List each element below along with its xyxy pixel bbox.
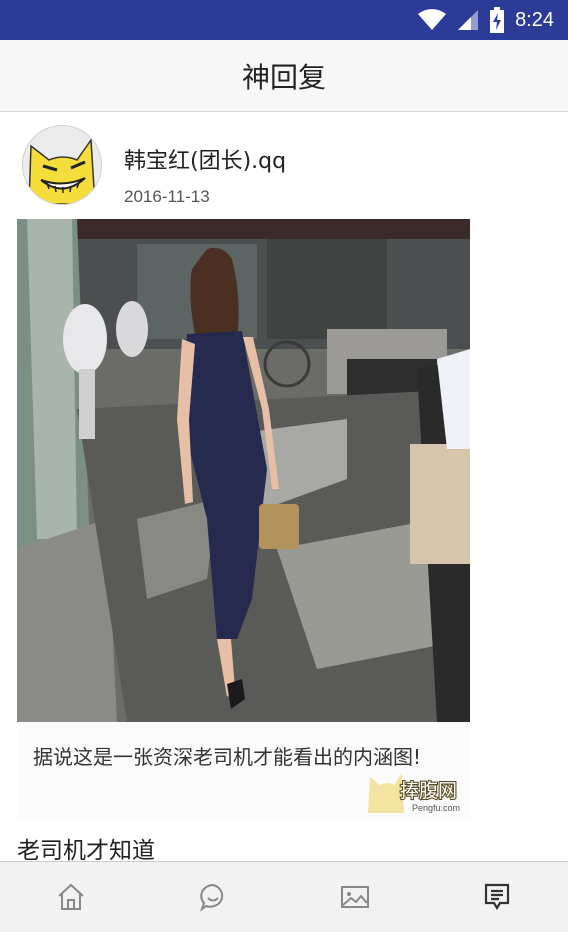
avatar[interactable] bbox=[22, 125, 102, 205]
tab-image[interactable] bbox=[284, 862, 426, 932]
watermark-text: 捧腹网 bbox=[400, 780, 457, 802]
image-caption-area: 据说这是一张资深老司机才能看出的内涵图! 捧腹网 Pengfu.com bbox=[17, 722, 470, 819]
tab-chat[interactable] bbox=[142, 862, 284, 932]
street-photo bbox=[17, 219, 470, 722]
status-time: 8:24 bbox=[515, 8, 554, 31]
home-icon bbox=[58, 883, 84, 910]
post-feed[interactable]: 韩宝红(团长).qq 2016-11-13 据说这是一张资深老司机才能看出的内涵… bbox=[0, 113, 568, 861]
document-icon bbox=[484, 883, 510, 911]
watermark-url: Pengfu.com bbox=[412, 803, 460, 813]
status-bar: 8:24 bbox=[0, 0, 568, 40]
post-text: 老司机才知道 bbox=[17, 838, 155, 861]
page-title: 神回复 bbox=[241, 60, 326, 94]
cat-avatar-icon bbox=[23, 126, 101, 204]
wifi-icon bbox=[418, 9, 447, 30]
tab-home[interactable] bbox=[0, 862, 142, 932]
image-icon bbox=[341, 886, 369, 908]
title-bar: 神回复 bbox=[0, 40, 568, 112]
cell-signal-icon bbox=[458, 10, 479, 30]
tab-document[interactable] bbox=[426, 862, 568, 932]
post-image[interactable]: 据说这是一张资深老司机才能看出的内涵图! 捧腹网 Pengfu.com bbox=[17, 219, 470, 819]
pengfu-watermark: 捧腹网 Pengfu.com bbox=[368, 773, 460, 813]
bottom-nav bbox=[0, 861, 568, 932]
status-icons: 8:24 bbox=[417, 0, 554, 40]
post-date: 2016-11-13 bbox=[124, 187, 210, 206]
post-header: 韩宝红(团长).qq 2016-11-13 bbox=[22, 125, 552, 207]
battery-charging-icon bbox=[490, 7, 505, 33]
chat-icon bbox=[200, 883, 224, 912]
author-name[interactable]: 韩宝红(团长).qq bbox=[124, 143, 286, 175]
